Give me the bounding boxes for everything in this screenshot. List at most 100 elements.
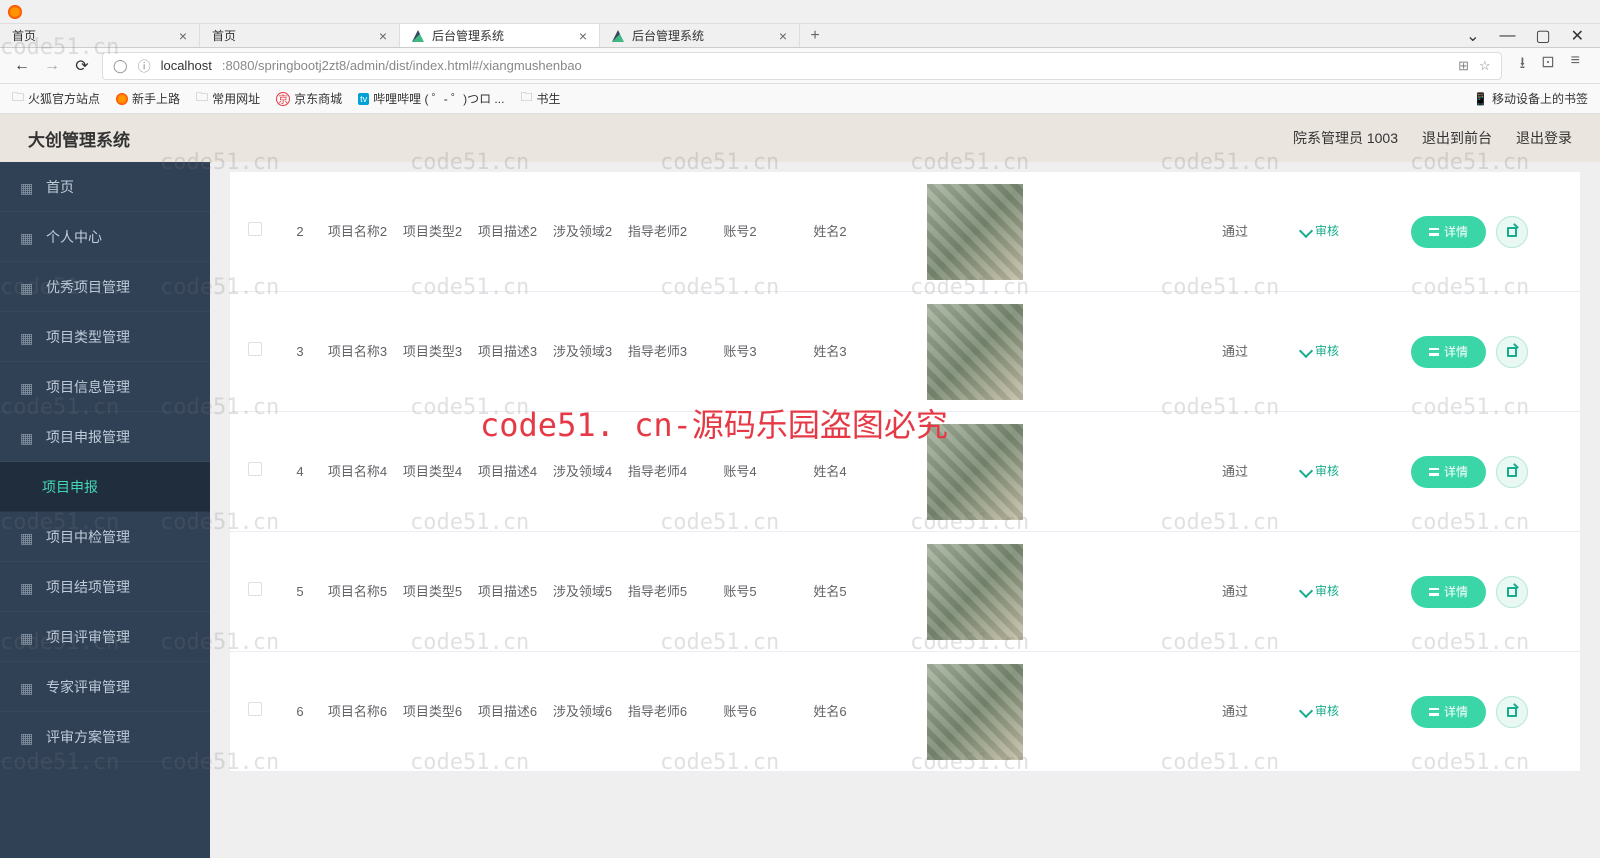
sidebar-item[interactable]: ▦项目中检管理 [0,512,210,562]
header-user[interactable]: 院系管理员 1003 [1293,128,1398,148]
project-field: 涉及领域3 [545,334,620,370]
logout-link[interactable]: 退出登录 [1516,128,1572,148]
bookmark-item[interactable]: 🗀火狐官方站点 [12,88,100,109]
close-icon[interactable]: × [379,28,387,44]
browser-tab[interactable]: 后台管理系统 × [600,24,800,47]
project-image [927,424,1023,520]
detail-button[interactable]: 详情 [1411,576,1486,608]
project-type: 项目类型6 [395,694,470,730]
sidebar-item[interactable]: ▦优秀项目管理 [0,262,210,312]
edit-button[interactable] [1496,216,1528,248]
table-row: 4项目名称4项目类型4项目描述4涉及领域4指导老师4账号4姓名4通过审核详情 [230,412,1580,532]
browser-tab-active[interactable]: 后台管理系统 × [400,24,600,47]
sidebar-item[interactable]: 项目申报 [0,462,210,512]
close-window-icon[interactable]: ✕ [1571,26,1584,46]
project-type: 项目类型5 [395,574,470,610]
status-label: 通过 [1195,694,1275,730]
project-desc: 项目描述6 [470,694,545,730]
tab-title: 后台管理系统 [632,27,704,44]
sidebar-item-label: 个人中心 [46,227,102,247]
bookmark-item[interactable]: 🗀书生 [520,88,560,109]
reload-button[interactable]: ⟳ [72,56,92,76]
audit-link[interactable]: 审核 [1301,702,1339,720]
sidebar-item[interactable]: ▦项目结项管理 [0,562,210,612]
row-index: 5 [280,574,320,610]
extensions-icon[interactable]: ⊡ [1541,52,1554,79]
pen-icon [1299,704,1313,718]
project-type: 项目类型3 [395,334,470,370]
menu-icon[interactable]: ≡ [1571,52,1580,79]
bookmark-item[interactable]: 🗀常用网址 [196,88,260,109]
url-path: :8080/springbootj2zt8/admin/dist/index.h… [222,58,582,73]
project-name: 项目名称6 [320,694,395,730]
app-body: ▦首页▦个人中心▦优秀项目管理▦项目类型管理▦项目信息管理▦项目申报管理项目申报… [0,162,1600,858]
audit-link[interactable]: 审核 [1301,342,1339,360]
edit-button[interactable] [1496,696,1528,728]
bookmark-item[interactable]: tv哔哩哔哩 ( ゜- ゜)つロ ... [358,90,504,107]
close-icon[interactable]: × [779,28,787,44]
sidebar-item[interactable]: ▦项目评审管理 [0,612,210,662]
row-checkbox[interactable] [248,222,262,236]
sidebar-item-label: 项目申报 [42,477,98,497]
sidebar-item[interactable]: ▦个人中心 [0,212,210,262]
browser-tab[interactable]: 首页 × [200,24,400,47]
edit-icon [1507,227,1517,237]
browser-tab[interactable]: 首页 × [0,24,200,47]
sidebar-item-label: 项目结项管理 [46,577,130,597]
minimize-icon[interactable]: — [1499,27,1515,45]
project-fullname: 姓名4 [785,454,875,490]
row-checkbox[interactable] [248,342,262,356]
chevron-down-icon[interactable]: ⌄ [1466,26,1479,46]
mobile-icon: 📱 [1473,92,1488,106]
sidebar-item[interactable]: ▦项目信息管理 [0,362,210,412]
audit-link[interactable]: 审核 [1301,582,1339,600]
edit-button[interactable] [1496,456,1528,488]
detail-button[interactable]: 详情 [1411,336,1486,368]
sidebar-item[interactable]: ▦项目申报管理 [0,412,210,462]
sidebar-item[interactable]: ▦项目类型管理 [0,312,210,362]
sidebar-item[interactable]: ▦首页 [0,162,210,212]
project-desc: 项目描述5 [470,574,545,610]
bookmark-item[interactable]: 京京东商城 [276,90,342,107]
detail-button[interactable]: 详情 [1411,696,1486,728]
project-desc: 项目描述4 [470,454,545,490]
close-icon[interactable]: × [179,28,187,44]
back-button[interactable]: ← [12,57,32,75]
vue-icon [612,30,624,42]
project-image [927,544,1023,640]
folder-icon: 🗀 [520,88,532,109]
shield-icon: ◯ [113,58,128,74]
logout-front-link[interactable]: 退出到前台 [1422,128,1492,148]
pen-icon [1299,584,1313,598]
project-account: 账号2 [695,214,785,250]
audit-link[interactable]: 审核 [1301,222,1339,240]
project-teacher: 指导老师5 [620,574,695,610]
download-icon[interactable]: ⭳ [1520,52,1526,79]
row-checkbox[interactable] [248,582,262,596]
url-input[interactable]: ◯ ⓘ localhost:8080/springbootj2zt8/admin… [102,52,1502,80]
firefox-logo-icon [8,5,22,19]
edit-button[interactable] [1496,576,1528,608]
forward-button[interactable]: → [42,57,62,75]
sidebar-item[interactable]: ▦评审方案管理 [0,712,210,762]
close-icon[interactable]: × [579,28,587,44]
detail-button[interactable]: 详情 [1411,216,1486,248]
detail-button[interactable]: 详情 [1411,456,1486,488]
row-checkbox[interactable] [248,462,262,476]
bookmark-mobile[interactable]: 📱移动设备上的书签 [1473,90,1588,107]
bookmark-item[interactable]: 新手上路 [116,90,180,107]
bookmark-star-icon[interactable]: ☆ [1479,58,1491,74]
qr-icon[interactable]: ⊞ [1458,58,1469,74]
vue-icon [412,30,424,42]
project-desc: 项目描述2 [470,214,545,250]
app-container: 大创管理系统 院系管理员 1003 退出到前台 退出登录 ▦首页▦个人中心▦优秀… [0,114,1600,858]
status-label: 通过 [1195,214,1275,250]
edit-button[interactable] [1496,336,1528,368]
sidebar-item[interactable]: ▦专家评审管理 [0,662,210,712]
row-checkbox[interactable] [248,702,262,716]
maximize-icon[interactable]: ▢ [1535,26,1550,46]
edit-icon [1507,467,1517,477]
audit-link[interactable]: 审核 [1301,462,1339,480]
list-icon [1429,348,1439,356]
new-tab-button[interactable]: + [800,24,830,47]
